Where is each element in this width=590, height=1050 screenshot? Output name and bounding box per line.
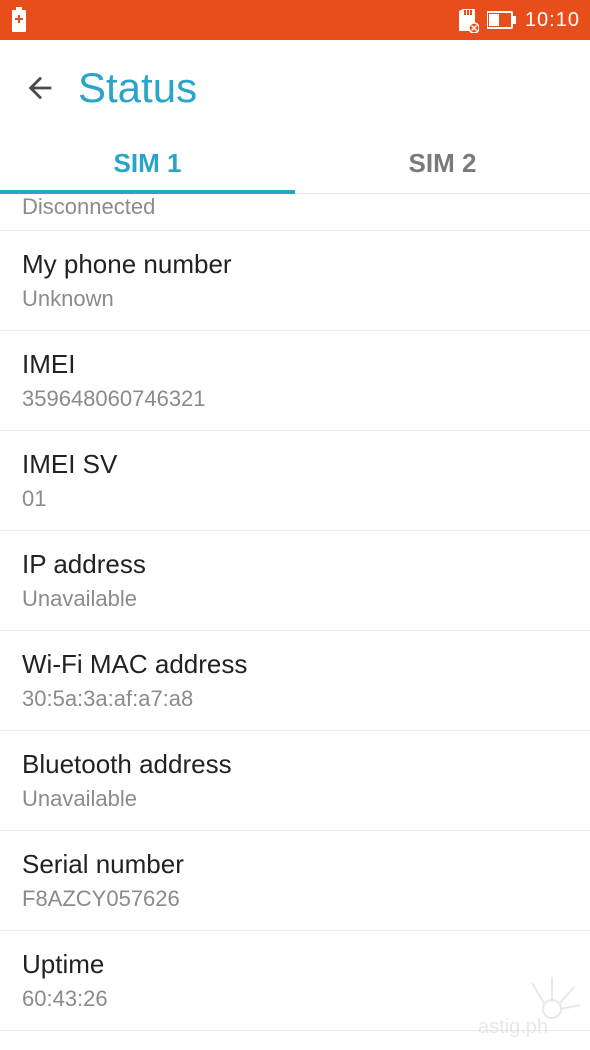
- list-item-title: Uptime: [22, 949, 568, 980]
- list-item[interactable]: Uptime 60:43:26: [0, 931, 590, 1031]
- list-item[interactable]: Wi-Fi MAC address 30:5a:3a:af:a7:a8: [0, 631, 590, 731]
- tab-label: SIM 2: [409, 148, 477, 178]
- status-bar: 10:10: [0, 0, 590, 40]
- app-bar: Status: [0, 40, 590, 128]
- list-item[interactable]: IMEI SV 01: [0, 431, 590, 531]
- sd-card-error-icon: [457, 7, 479, 33]
- status-bar-left: [10, 7, 28, 33]
- battery-icon: [487, 11, 517, 29]
- list-item[interactable]: My phone number Unknown: [0, 231, 590, 331]
- list-item-value: Unavailable: [22, 786, 568, 812]
- list-item-title: Serial number: [22, 849, 568, 880]
- list-item-value: F8AZCY057626: [22, 886, 568, 912]
- list-item-value: Unknown: [22, 286, 568, 312]
- status-bar-clock: 10:10: [525, 9, 580, 32]
- list-item-title: IP address: [22, 549, 568, 580]
- list-item[interactable]: IP address Unavailable: [0, 531, 590, 631]
- tab-label: SIM 1: [114, 148, 182, 178]
- list-item-partial: Disconnected: [0, 194, 590, 231]
- status-list[interactable]: Disconnected My phone number Unknown IME…: [0, 194, 590, 1043]
- list-item-title: My phone number: [22, 249, 568, 280]
- tab-sim-1[interactable]: SIM 1: [0, 128, 295, 193]
- list-item-value: Unavailable: [22, 586, 568, 612]
- list-item[interactable]: IMEI 359648060746321: [0, 331, 590, 431]
- list-item-title: IMEI: [22, 349, 568, 380]
- back-button[interactable]: [22, 70, 58, 106]
- list-item-value: 60:43:26: [22, 986, 568, 1012]
- sim-tabs: SIM 1 SIM 2: [0, 128, 590, 194]
- tab-sim-2[interactable]: SIM 2: [295, 128, 590, 193]
- list-item-value: 359648060746321: [22, 386, 568, 412]
- battery-charging-icon: [10, 7, 28, 33]
- list-item[interactable]: Bluetooth address Unavailable: [0, 731, 590, 831]
- list-item-title: IMEI SV: [22, 449, 568, 480]
- list-item-value: 30:5a:3a:af:a7:a8: [22, 686, 568, 712]
- status-bar-right: 10:10: [457, 7, 580, 33]
- page-title: Status: [78, 64, 197, 112]
- list-item-value: 01: [22, 486, 568, 512]
- list-item[interactable]: Serial number F8AZCY057626: [0, 831, 590, 931]
- list-item-title: Wi-Fi MAC address: [22, 649, 568, 680]
- list-item-value: Disconnected: [22, 194, 568, 220]
- list-item-title: Bluetooth address: [22, 749, 568, 780]
